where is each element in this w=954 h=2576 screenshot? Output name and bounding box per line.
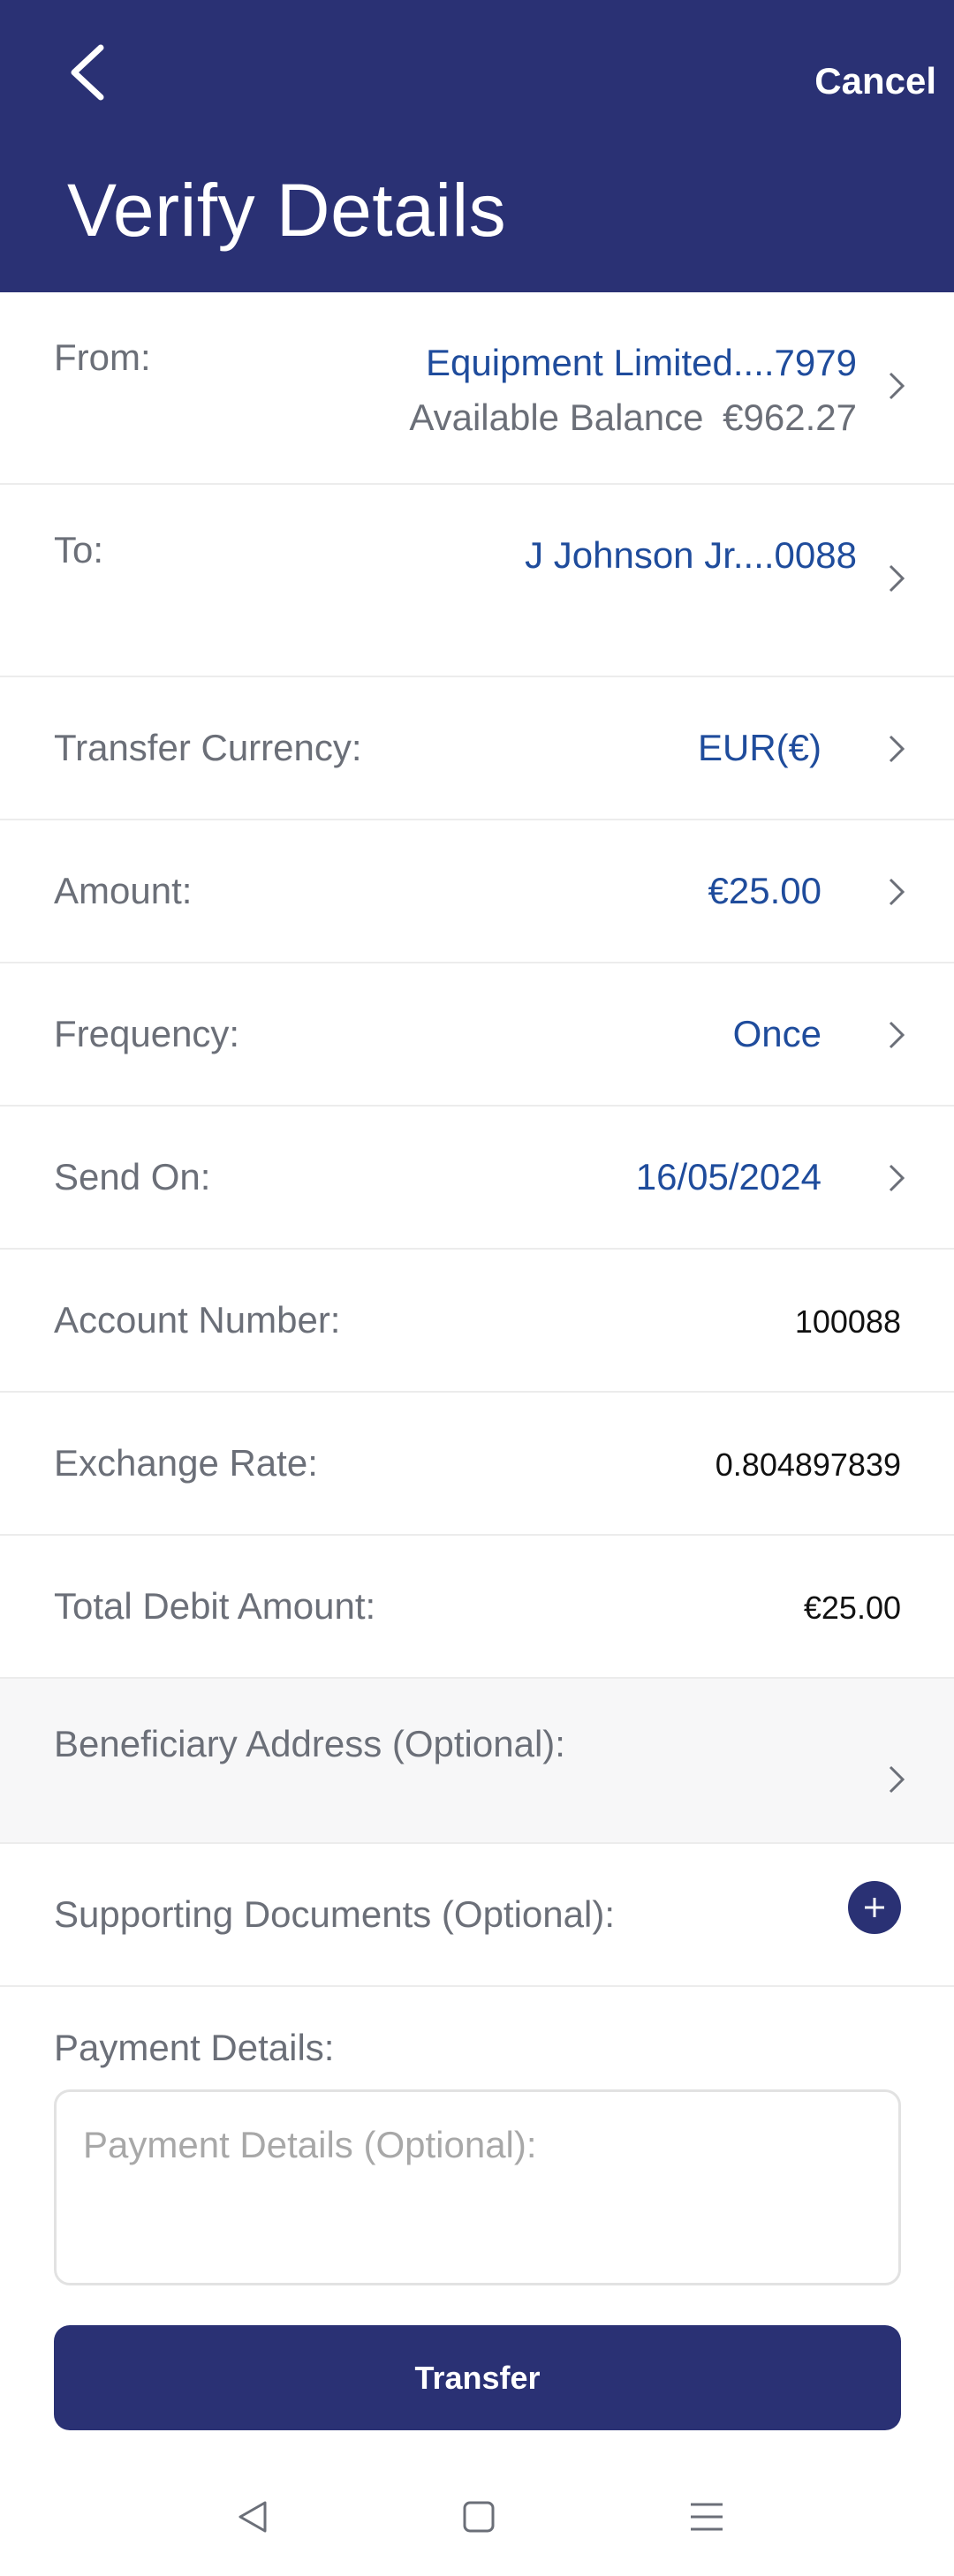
payment-details-label: Payment Details: (54, 2027, 335, 2068)
nav-back-button[interactable] (217, 2482, 288, 2552)
add-document-button[interactable] (848, 1881, 901, 1934)
chevron-right-icon (883, 368, 910, 404)
exchange-rate-row: Exchange Rate: 0.804897839 (0, 1393, 954, 1536)
chevron-right-icon (883, 1160, 910, 1196)
frequency-value: Once (732, 1013, 822, 1054)
system-navigation-bar (0, 2455, 954, 2576)
available-balance: Available Balance €962.27 (409, 397, 857, 439)
send-on-row[interactable]: Send On: 16/05/2024 (0, 1107, 954, 1250)
from-row[interactable]: From: Equipment Limited....7979 Availabl… (0, 292, 954, 485)
send-on-label: Send On: (54, 1156, 211, 1197)
nav-home-button[interactable] (443, 2482, 514, 2552)
plus-icon (865, 1898, 884, 1917)
supporting-documents-label: Supporting Documents (Optional): (54, 1893, 615, 1935)
available-balance-value: €962.27 (723, 397, 857, 438)
exchange-rate-label: Exchange Rate: (54, 1442, 318, 1484)
account-number-row: Account Number: 100088 (0, 1250, 954, 1393)
amount-value: €25.00 (708, 870, 822, 911)
frequency-row[interactable]: Frequency: Once (0, 963, 954, 1107)
cancel-button[interactable]: Cancel (814, 60, 936, 102)
total-debit-value: €25.00 (803, 1590, 901, 1626)
to-row[interactable]: To: J Johnson Jr....0088 (0, 485, 954, 677)
supporting-documents-row: Supporting Documents (Optional): (0, 1844, 954, 1987)
from-account: Equipment Limited....7979 (426, 342, 857, 383)
beneficiary-address-label: Beneficiary Address (Optional): (54, 1723, 565, 1764)
transfer-button[interactable]: Transfer (54, 2325, 901, 2430)
transfer-currency-label: Transfer Currency: (54, 727, 362, 768)
back-button[interactable] (51, 37, 122, 108)
verify-details-screen: Cancel Verify Details From: Equipment Li… (0, 0, 954, 2576)
exchange-rate-value: 0.804897839 (715, 1447, 901, 1483)
nav-menu-button[interactable] (671, 2482, 742, 2552)
chevron-right-icon (883, 1017, 910, 1053)
amount-row[interactable]: Amount: €25.00 (0, 820, 954, 963)
from-label: From: (54, 336, 151, 378)
to-label: To: (54, 529, 104, 570)
square-home-icon (463, 2501, 495, 2533)
frequency-label: Frequency: (54, 1013, 240, 1054)
send-on-value: 16/05/2024 (635, 1156, 822, 1197)
chevron-right-icon (883, 731, 910, 767)
total-debit-label: Total Debit Amount: (54, 1585, 376, 1627)
transfer-currency-value: EUR(€) (697, 727, 822, 768)
amount-label: Amount: (54, 870, 193, 911)
payment-details-input[interactable] (54, 2089, 901, 2285)
to-account: J Johnson Jr....0088 (525, 534, 857, 576)
total-debit-row: Total Debit Amount: €25.00 (0, 1536, 954, 1679)
beneficiary-address-row[interactable]: Beneficiary Address (Optional): (0, 1679, 954, 1844)
available-balance-label: Available Balance (409, 397, 704, 438)
chevron-right-icon (883, 1762, 910, 1797)
chevron-right-icon (883, 874, 910, 910)
chevron-left-icon (71, 44, 104, 101)
account-number-value: 100088 (794, 1303, 901, 1340)
chevron-right-icon (883, 561, 910, 596)
transfer-currency-row[interactable]: Transfer Currency: EUR(€) (0, 677, 954, 820)
triangle-back-icon (238, 2501, 267, 2533)
page-title: Verify Details (67, 169, 507, 252)
menu-lines-icon (691, 2503, 723, 2531)
header: Cancel Verify Details (0, 0, 954, 292)
account-number-label: Account Number: (54, 1299, 341, 1341)
